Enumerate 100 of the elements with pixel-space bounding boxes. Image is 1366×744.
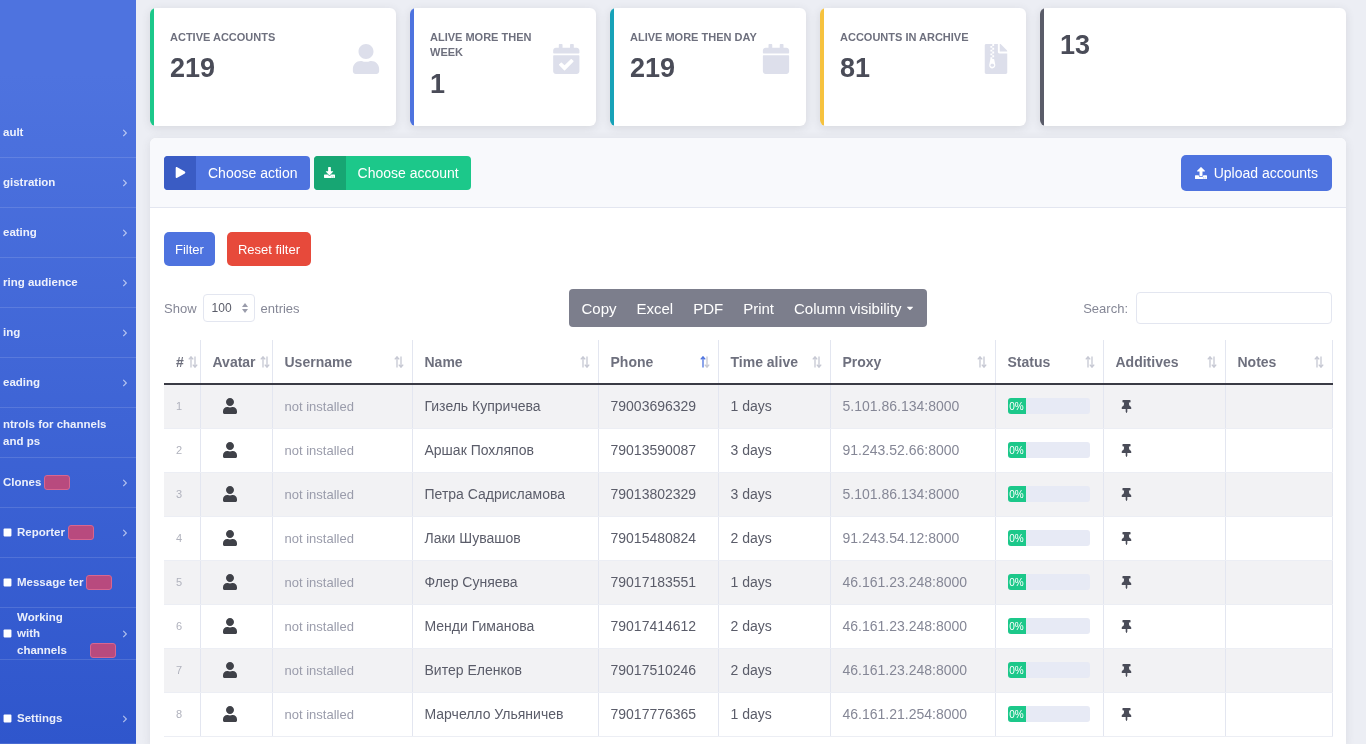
person-silhouette-icon (222, 397, 237, 416)
action-button[interactable]: Choose action (164, 155, 310, 190)
stat-value: 81 (840, 53, 872, 85)
stat-title: ACTIVE ACCOUNTS (170, 30, 276, 45)
search-field[interactable] (1136, 292, 1332, 324)
progress-fill: 0% (1007, 662, 1026, 678)
table-cell: 46.161.23.248:8000 (830, 648, 995, 692)
person-silhouette-icon (222, 441, 237, 459)
pushpin-icon[interactable] (1119, 663, 1133, 677)
progress-fill: 0% (1007, 574, 1026, 590)
table-cell: 1 days (718, 384, 830, 428)
show-label: Show (164, 300, 197, 316)
table-cell: not installed (272, 516, 412, 560)
export-button[interactable]: Column visibility (784, 289, 927, 327)
pushpin-icon[interactable] (1119, 487, 1133, 501)
table-cell: not installed (272, 428, 412, 472)
file-archive-icon (982, 44, 1010, 74)
sidebar-item[interactable]: ing (3, 324, 21, 341)
table-cell: 3 days (718, 428, 830, 472)
download-icon (313, 155, 346, 190)
progress-fill: 0% (1007, 618, 1026, 634)
table-cell: 79013590087 (598, 428, 718, 472)
export-button[interactable]: Excel (626, 289, 684, 327)
updown-icon (241, 303, 248, 313)
pushpin-icon[interactable] (1119, 707, 1133, 721)
table-cell: 79017510246 (598, 648, 718, 692)
pushpin-icon[interactable] (1119, 619, 1133, 633)
calendar-icon (762, 44, 790, 74)
row-number: 3 (164, 472, 200, 516)
sidebar-item[interactable]: Settings (17, 710, 63, 727)
export-button[interactable]: Copy (569, 289, 627, 327)
progress-fill: 0% (1007, 706, 1026, 722)
sidebar-item[interactable]: Message ter (17, 574, 84, 591)
pushpin-icon[interactable] (1119, 531, 1133, 545)
table-cell: 5.101.86.134:8000 (830, 472, 995, 516)
table-cell: 79003696329 (598, 384, 718, 428)
play-icon (164, 155, 196, 190)
filter-button[interactable]: Filter (164, 232, 215, 266)
sidebar-item[interactable]: ntrols for channels and ps (3, 415, 129, 450)
row-number: 2 (164, 428, 200, 472)
upload-button[interactable]: Upload accounts (1180, 154, 1332, 191)
stat-title: ACCOUNTS IN ARCHIVE (840, 30, 969, 45)
table-cell: not installed (272, 604, 412, 648)
sidebar-item[interactable]: eating (3, 224, 37, 241)
filter-button[interactable]: Reset filter (226, 232, 312, 266)
person-silhouette-icon (222, 529, 237, 547)
table-cell: not installed (272, 560, 412, 604)
table-cell: 46.161.21.254:8000 (830, 692, 995, 736)
table-cell: Марчелло Ульяничев (412, 692, 598, 736)
pushpin-icon[interactable] (1119, 399, 1133, 413)
sidebar-item[interactable]: ault (3, 124, 24, 141)
upload-icon (1194, 166, 1207, 179)
table-cell: 79017776365 (598, 692, 718, 736)
table-cell: 3 days (718, 472, 830, 516)
person-silhouette-icon (222, 485, 237, 503)
stat-value: 13 (1060, 30, 1091, 61)
entries-select[interactable]: 100 (202, 294, 255, 322)
row-number: 7 (164, 648, 200, 692)
export-button[interactable]: PDF (683, 289, 734, 327)
table-cell: Петра Садрисламова (412, 472, 598, 516)
calendar-check-icon (553, 44, 580, 74)
table-cell: not installed (272, 472, 412, 516)
sidebar-item[interactable]: eading (3, 374, 41, 391)
person-silhouette-icon (222, 705, 237, 723)
pushpin-icon[interactable] (1119, 575, 1133, 589)
sidebar-item[interactable]: Reporter (17, 524, 65, 541)
table-cell: 2 days (718, 604, 830, 648)
sort-icon[interactable] (699, 355, 710, 368)
sidebar-item[interactable]: Clones (3, 474, 42, 491)
sidebar-item[interactable]: gistration (3, 174, 56, 191)
table-cell: 79017183551 (598, 560, 718, 604)
table-cell: 91.243.54.12:8000 (830, 516, 995, 560)
table-cell: Флер Суняева (412, 560, 598, 604)
table-cell: 79015480824 (598, 516, 718, 560)
sidebar-item[interactable]: ring audience (3, 274, 78, 291)
person-silhouette-icon (222, 573, 237, 591)
progress-fill: 0% (1007, 486, 1026, 502)
table-cell: 2 days (718, 648, 830, 692)
table-cell: Менди Гиманова (412, 604, 598, 648)
row-number: 5 (164, 560, 200, 604)
row-number: 1 (164, 384, 200, 428)
progress-fill: 0% (1007, 442, 1026, 458)
table-cell: 46.161.23.248:8000 (830, 604, 995, 648)
export-button[interactable]: Print (733, 289, 784, 327)
table-cell: 91.243.52.66:8000 (830, 428, 995, 472)
entries-label: entries (260, 300, 300, 316)
table-cell: 1 days (718, 692, 830, 736)
table-cell: Аршак Похляпов (412, 428, 598, 472)
table-cell: 46.161.23.248:8000 (830, 560, 995, 604)
table-cell: 79017414612 (598, 604, 718, 648)
sidebar-item[interactable]: Working with channels (17, 608, 87, 659)
row-number: 8 (164, 692, 200, 736)
person-silhouette-icon (222, 661, 237, 679)
table-cell: 5.101.86.134:8000 (830, 384, 995, 428)
table-cell: 1 days (718, 560, 830, 604)
table-cell: not installed (272, 384, 412, 428)
stat-value: 1 (430, 68, 447, 100)
pushpin-icon[interactable] (1119, 443, 1133, 457)
table-cell: Лаки Шувашов (412, 516, 598, 560)
table-cell: Гизель Купричева (412, 384, 598, 428)
